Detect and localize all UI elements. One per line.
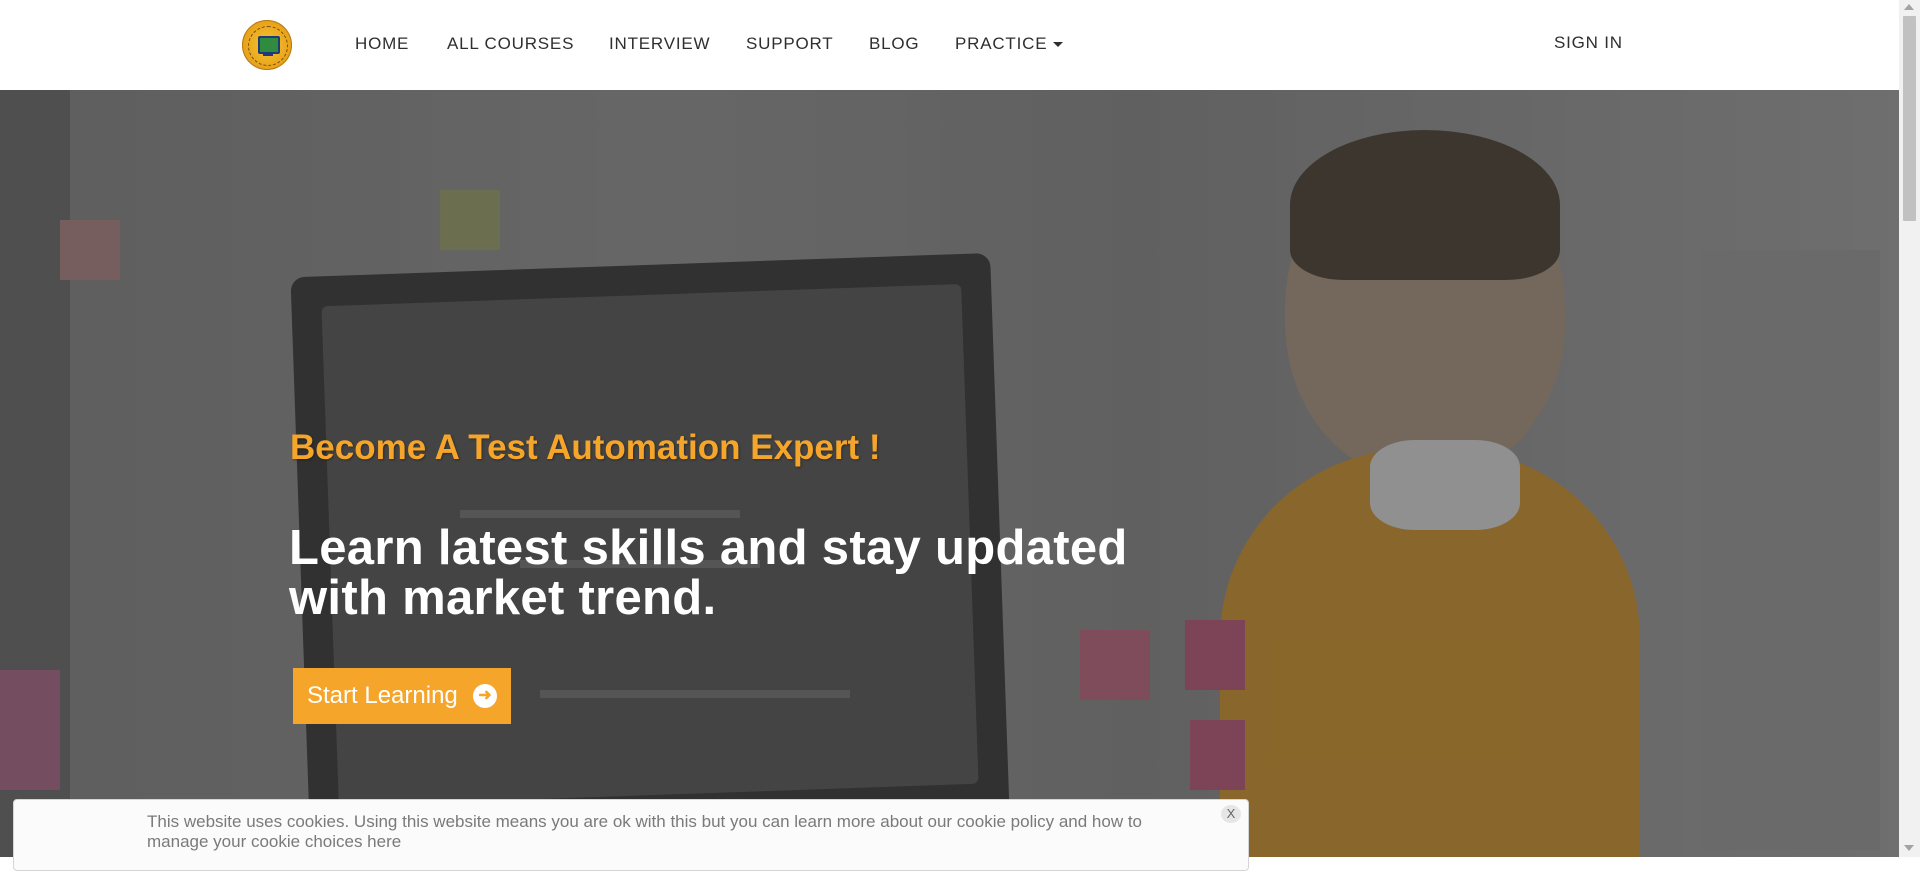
cookie-close-button[interactable]: X: [1221, 805, 1241, 823]
cookie-banner: This website uses cookies. Using this we…: [13, 799, 1249, 871]
hero-dark-overlay: [0, 90, 1899, 857]
nav-blog[interactable]: BLOG: [869, 34, 919, 54]
scrollbar-thumb[interactable]: [1903, 16, 1916, 221]
nav-practice[interactable]: PRACTICE: [955, 34, 1064, 54]
hero-section: Become A Test Automation Expert ! Learn …: [0, 90, 1899, 857]
sign-in-link[interactable]: SIGN IN: [1554, 33, 1623, 53]
scroll-up-icon[interactable]: [1904, 4, 1914, 10]
hero-subtitle: Become A Test Automation Expert !: [290, 428, 881, 467]
nav-support[interactable]: SUPPORT: [746, 34, 833, 54]
page-scrollbar[interactable]: [1899, 0, 1920, 857]
nav-practice-label: PRACTICE: [955, 34, 1048, 53]
site-header: HOME ALL COURSES INTERVIEW SUPPORT BLOG …: [0, 0, 1899, 90]
logo-stand: [263, 53, 273, 56]
scroll-down-icon[interactable]: [1904, 845, 1914, 851]
logo-monitor-icon: [258, 36, 280, 54]
nav-interview[interactable]: INTERVIEW: [609, 34, 710, 54]
start-learning-label: Start Learning: [307, 682, 458, 709]
start-learning-button[interactable]: Start Learning ➜: [293, 668, 511, 724]
arrow-circle-right-icon: ➜: [473, 684, 497, 708]
hero-title: Learn latest skills and stay updated wit…: [289, 521, 1128, 625]
site-logo[interactable]: [242, 20, 292, 70]
nav-all-courses[interactable]: ALL COURSES: [447, 34, 574, 54]
cookie-text: This website uses cookies. Using this we…: [147, 812, 1143, 851]
caret-down-icon: [1053, 42, 1064, 48]
nav-home[interactable]: HOME: [355, 34, 409, 54]
